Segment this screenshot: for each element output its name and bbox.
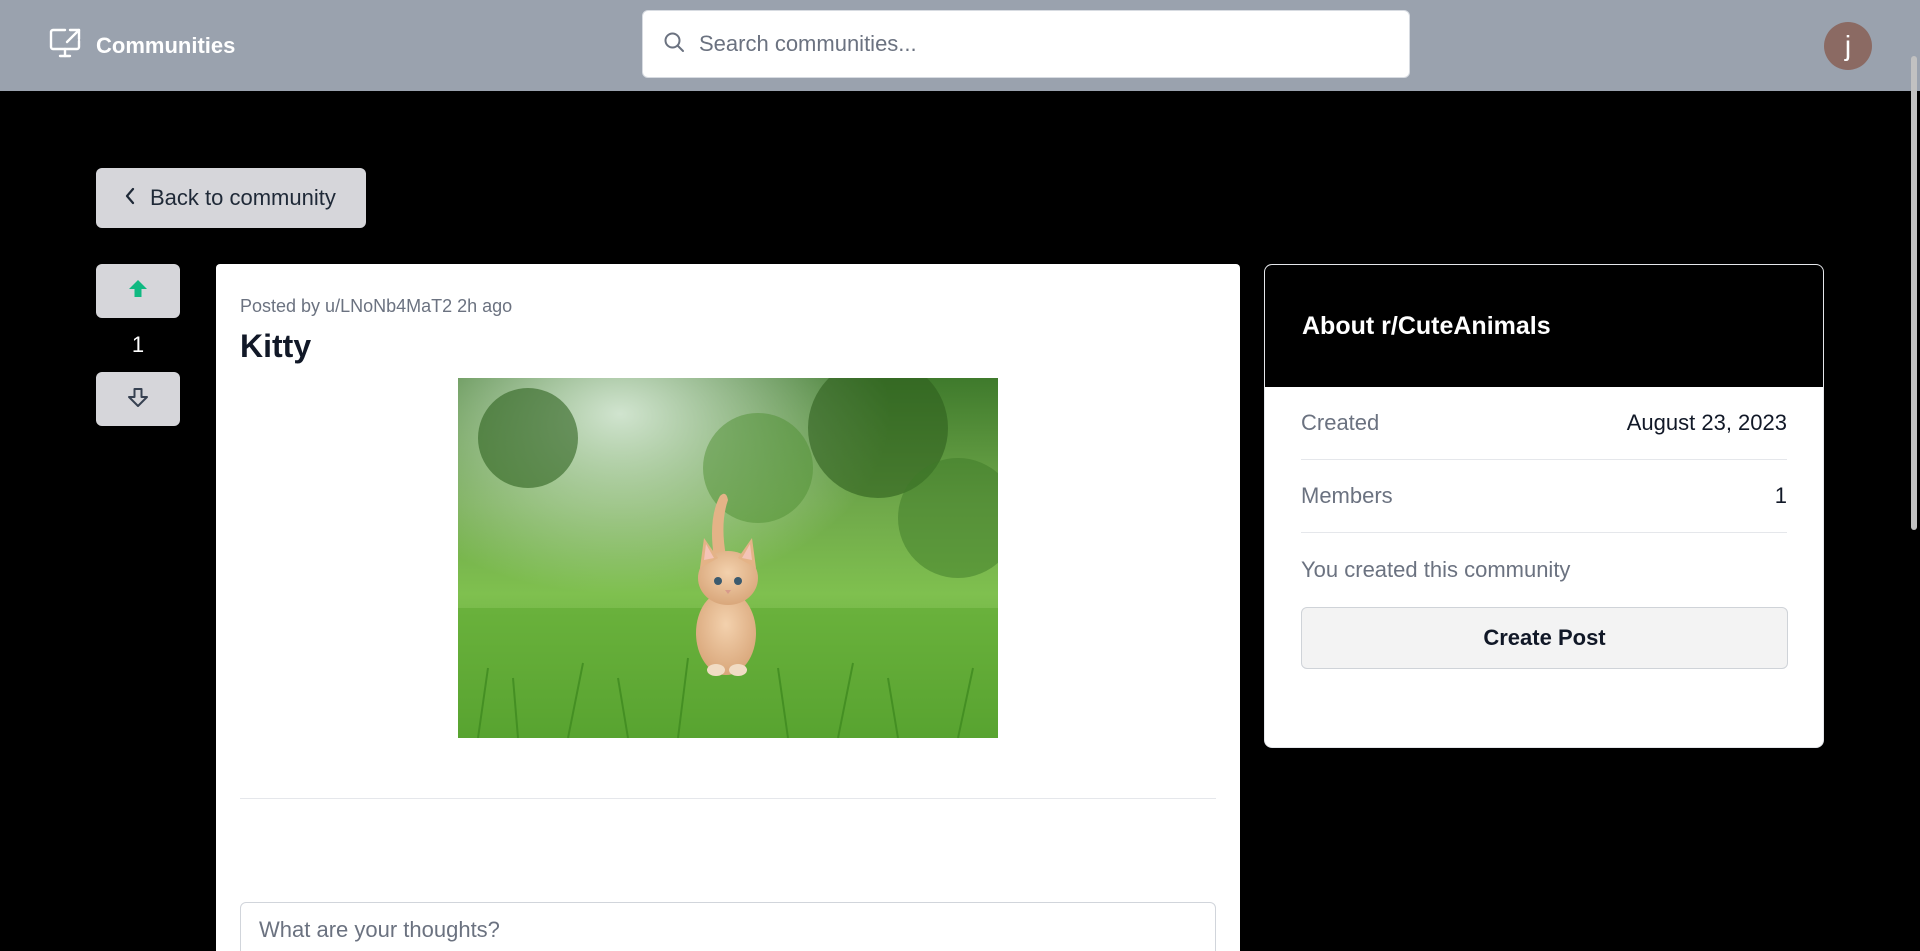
avatar[interactable]: j	[1824, 22, 1872, 70]
upvote-button[interactable]	[96, 264, 180, 318]
scrollbar-thumb[interactable]	[1911, 56, 1917, 530]
about-header: About r/CuteAnimals	[1265, 265, 1823, 387]
ownership-note: You created this community	[1301, 557, 1571, 582]
back-button-label: Back to community	[150, 185, 336, 210]
arrow-down-icon	[127, 386, 149, 413]
arrow-up-icon	[127, 278, 149, 305]
search-icon	[663, 31, 685, 58]
top-navbar: Communities j	[0, 0, 1920, 91]
chevron-left-icon	[124, 185, 136, 211]
brand-link[interactable]: Communities	[48, 27, 235, 64]
about-row-label: Members	[1301, 483, 1393, 508]
post-divider	[240, 798, 1216, 799]
about-row-value: 1	[1774, 483, 1787, 508]
about-body: Created August 23, 2023 Members 1 You cr…	[1265, 387, 1823, 669]
about-title: About r/CuteAnimals	[1302, 311, 1551, 340]
back-to-community-button[interactable]: Back to community	[96, 168, 366, 228]
about-row-members: Members 1	[1301, 460, 1787, 533]
post-card: Posted by u/LNoNb4MaT2 2h ago Kitty	[216, 264, 1240, 951]
search-bar[interactable]	[642, 10, 1410, 78]
post-title: Kitty	[240, 328, 312, 364]
post-meta: Posted by u/LNoNb4MaT2 2h ago	[240, 296, 513, 316]
vote-count: 1	[131, 332, 145, 357]
search-input[interactable]	[699, 31, 1379, 57]
comment-input[interactable]	[259, 917, 1197, 951]
about-row-label: Created	[1301, 410, 1380, 435]
about-community-card: About r/CuteAnimals Created August 23, 2…	[1264, 264, 1824, 748]
brand-label: Communities	[96, 32, 236, 58]
about-row-created: Created August 23, 2023	[1301, 387, 1787, 460]
monitor-share-icon	[48, 27, 82, 64]
about-row-value: August 23, 2023	[1626, 410, 1787, 435]
scrollbar[interactable]	[1906, 0, 1920, 951]
comment-box[interactable]	[240, 902, 1216, 951]
post-image	[458, 378, 998, 738]
create-post-button[interactable]: Create Post	[1301, 607, 1788, 669]
downvote-button[interactable]	[96, 372, 180, 426]
